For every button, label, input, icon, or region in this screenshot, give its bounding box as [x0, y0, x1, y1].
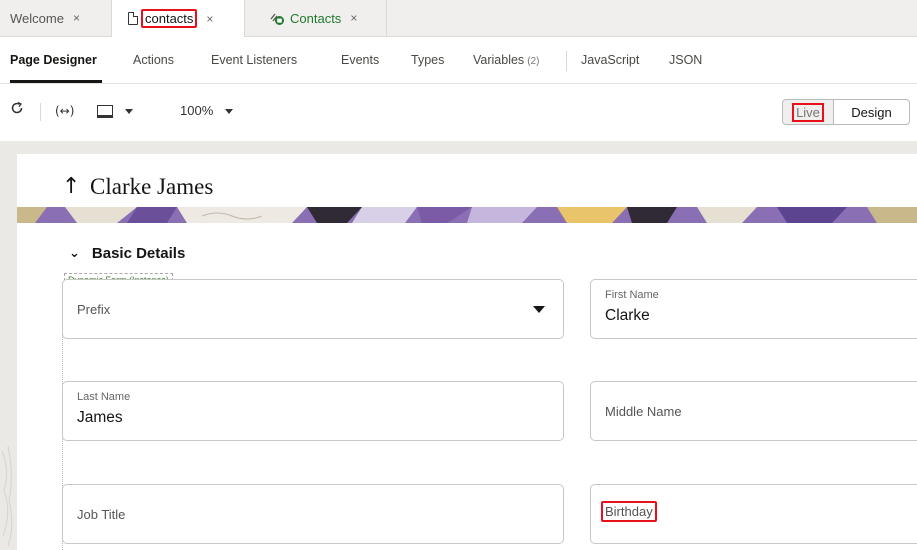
- canvas-edge-texture: [1, 445, 13, 547]
- chevron-down-icon: [224, 109, 233, 115]
- editor-tab-bar: Welcome × contacts × Contacts ×: [0, 0, 917, 37]
- last-name-value: James: [77, 409, 123, 426]
- live-label: Live: [792, 103, 824, 122]
- business-object-icon: [269, 10, 285, 26]
- designer-toolbar: (↔) 100% Live Design: [0, 84, 917, 140]
- zoom-level: 100%: [180, 103, 214, 118]
- header-banner-image: [17, 207, 917, 223]
- tab-events[interactable]: Events: [341, 37, 379, 83]
- last-name-label: Last Name: [77, 391, 131, 403]
- tab-label: contacts: [141, 9, 198, 28]
- tab-contacts-page[interactable]: contacts ×: [112, 0, 245, 37]
- tab-types[interactable]: Types: [411, 37, 444, 83]
- tab-label: Variables: [473, 53, 525, 67]
- close-icon[interactable]: ×: [73, 11, 80, 25]
- designer-canvas: ↑ Clarke James ⌄ Basic Details Prefix Fi…: [0, 141, 917, 550]
- first-name-field[interactable]: First Name Clarke: [590, 279, 917, 339]
- tab-variables[interactable]: Variables (2): [473, 37, 539, 83]
- page-file-icon: [128, 12, 138, 25]
- tab-label: Contacts: [290, 10, 342, 26]
- tab-event-listeners[interactable]: Event Listeners: [211, 37, 297, 83]
- tab-welcome[interactable]: Welcome ×: [0, 0, 112, 36]
- middle-name-placeholder: Middle Name: [605, 404, 682, 419]
- middle-name-field[interactable]: Middle Name: [590, 381, 917, 441]
- tab-json[interactable]: JSON: [669, 37, 702, 83]
- tab-actions[interactable]: Actions: [133, 37, 174, 83]
- back-arrow-icon[interactable]: ↑: [62, 174, 80, 199]
- divider: [566, 51, 567, 71]
- chevron-down-icon: ⌄: [69, 246, 80, 261]
- close-icon[interactable]: ×: [350, 11, 357, 25]
- birthday-placeholder: Birthday: [601, 501, 657, 522]
- divider: [40, 103, 41, 121]
- birthday-field[interactable]: Birthday: [590, 484, 917, 544]
- fit-width-icon[interactable]: (↔): [55, 101, 74, 121]
- last-name-field[interactable]: Last Name James: [62, 381, 564, 441]
- close-icon[interactable]: ×: [206, 12, 213, 26]
- prefix-placeholder: Prefix: [77, 302, 111, 317]
- section-title: Basic Details: [91, 245, 186, 262]
- live-button[interactable]: Live: [782, 99, 834, 125]
- design-button[interactable]: Design: [834, 99, 910, 125]
- chevron-down-icon: [124, 109, 133, 115]
- page-title: Clarke James: [90, 174, 214, 199]
- section-header-basic-details[interactable]: ⌄ Basic Details: [69, 245, 185, 262]
- first-name-label: First Name: [605, 289, 659, 301]
- tab-label: Welcome: [10, 10, 64, 26]
- live-design-toggle: Live Design: [782, 99, 910, 127]
- birthday-placeholder-text: Birthday: [601, 501, 657, 522]
- refresh-icon[interactable]: [10, 101, 24, 121]
- zoom-dropdown[interactable]: 100%: [180, 101, 233, 121]
- tab-contacts-business-object[interactable]: Contacts ×: [245, 0, 387, 36]
- page-preview: ↑ Clarke James ⌄ Basic Details Prefix Fi…: [17, 154, 917, 550]
- caret-down-icon: [533, 306, 545, 313]
- tab-page-designer[interactable]: Page Designer: [10, 37, 97, 83]
- tab-javascript[interactable]: JavaScript: [581, 37, 639, 83]
- job-title-field[interactable]: Job Title: [62, 484, 564, 544]
- active-tab-indicator: [10, 80, 102, 83]
- variables-count: (2): [527, 56, 540, 67]
- first-name-value: Clarke: [605, 307, 650, 324]
- device-size-dropdown[interactable]: [97, 101, 133, 121]
- designer-subnav: Page Designer Actions Event Listeners Ev…: [0, 37, 917, 84]
- job-title-placeholder: Job Title: [77, 507, 126, 522]
- prefix-select[interactable]: Prefix: [62, 279, 564, 339]
- screen-icon: [97, 105, 113, 119]
